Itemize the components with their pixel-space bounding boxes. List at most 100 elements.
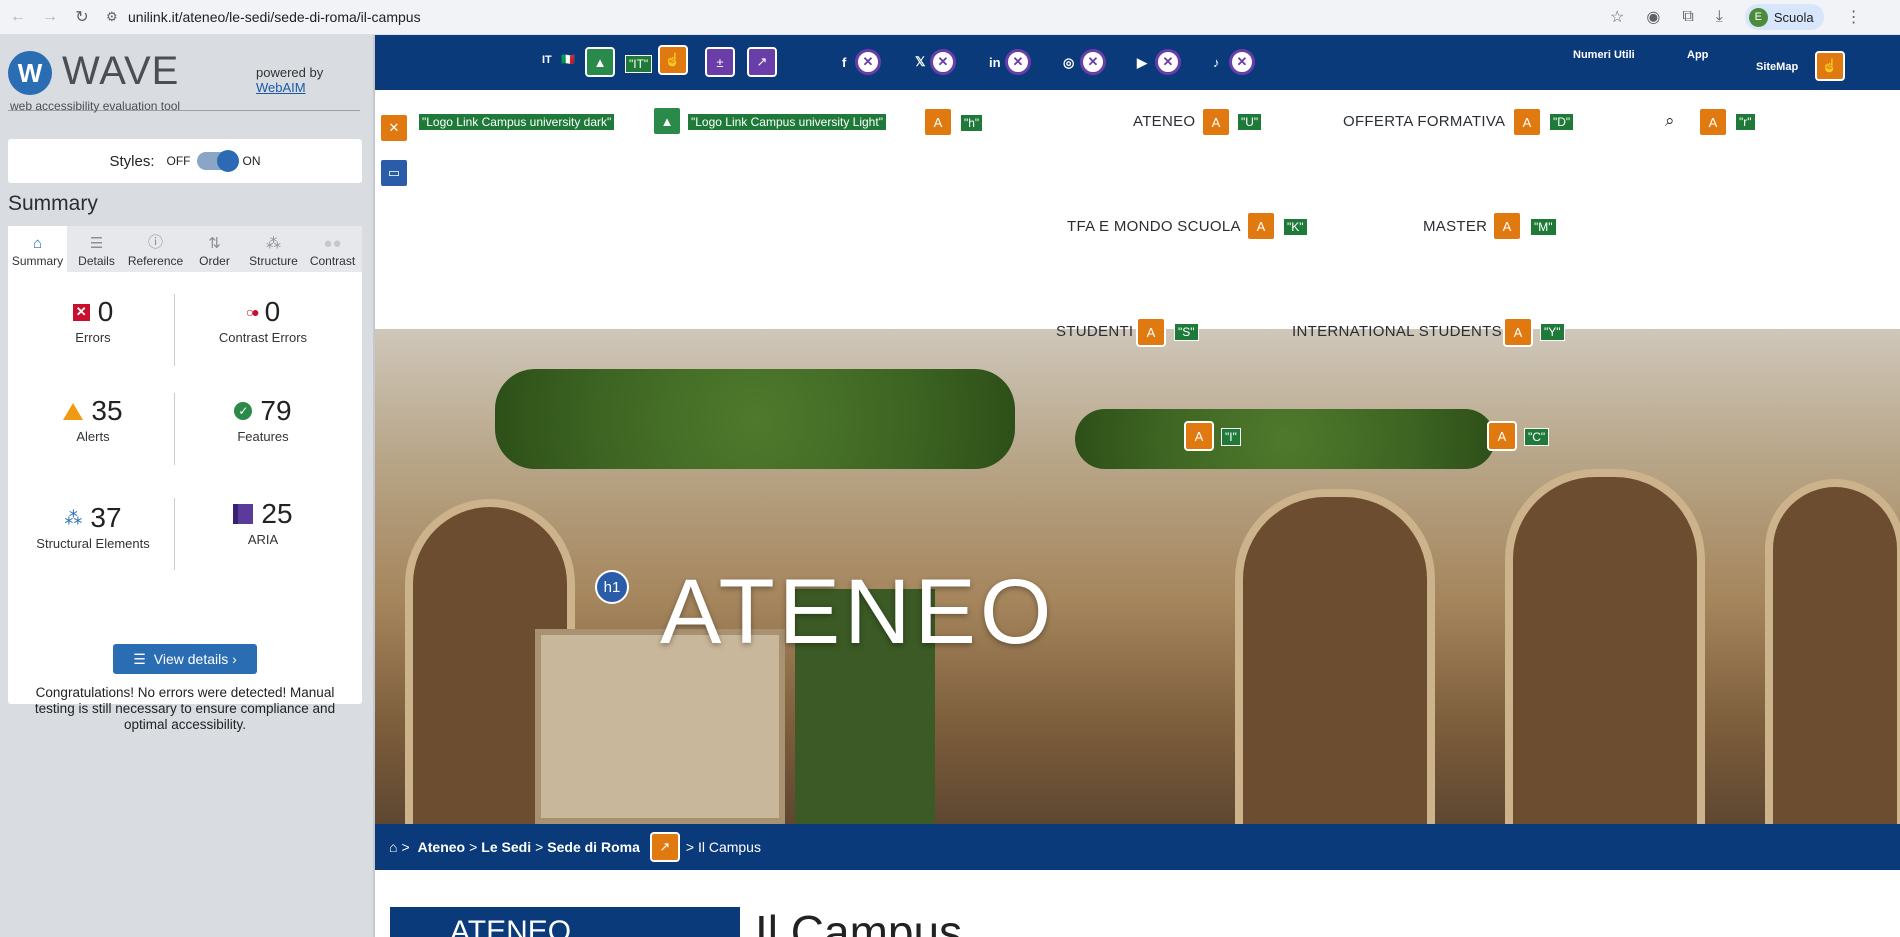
nav-international-students[interactable]: INTERNATIONAL STUDENTS [1292,323,1502,340]
home-icon[interactable]: ⌂ [389,839,397,855]
nav-studenti[interactable]: STUDENTI [1056,323,1133,340]
wave-subtitle: web accessibility evaluation tool [10,99,181,113]
structural-count: 37 [90,502,122,533]
wave-alert-icon: A [1184,421,1214,451]
tab-details[interactable]: ☰ Details [67,226,126,272]
wave-title: WAVE [62,49,180,93]
wave-h1-icon: h1 [595,570,629,604]
styles-off-label: OFF [166,154,191,168]
structural-label: Structural Elements [36,536,150,551]
nav-tfa-mondo-scuola[interactable]: TFA E MONDO SCUOLA [1067,218,1241,235]
bookmark-star-icon[interactable]: ☆ [1610,7,1624,27]
alert-icon [63,402,84,420]
search-icon[interactable]: ⌕ [1665,111,1675,131]
view-details-button[interactable]: ☰ View details › [113,644,257,674]
contrast-errors-stat[interactable]: ○● 0 Contrast Errors [178,296,348,345]
wave-label-tag: "Y" [1540,323,1565,341]
wave-label-tag: "D" [1549,113,1575,131]
site-info-icon[interactable]: ⚙ [106,9,128,25]
wave-extension-icon[interactable]: ◉ [1646,7,1660,27]
powered-by: powered by WebAIM [256,65,323,95]
wave-alert-icon: A [1136,317,1166,347]
contrast-errors-count: 0 [264,296,281,327]
profile-button[interactable]: E Scuola [1744,4,1824,30]
breadcrumb-separator: > [535,839,544,855]
contrast-error-icon: ○● [245,304,260,320]
wave-alert-icon: A [1201,107,1231,137]
wave-alert-icon: ↗ [649,832,680,862]
errors-stat[interactable]: ✕ 0 Errors [8,296,178,345]
x-twitter-icon[interactable]: 𝕏 [915,54,925,70]
wave-alert-icon: A [1503,317,1533,347]
contrast-errors-label: Contrast Errors [218,330,308,345]
wave-link-alert-icon: ✕ [855,49,881,75]
breadcrumb-sede-roma[interactable]: Sede di Roma [547,839,640,855]
forward-icon[interactable]: → [36,3,64,31]
errors-label: Errors [75,330,111,345]
list-icon: ☰ [133,650,146,667]
tab-order[interactable]: ⇅ Order [185,226,244,272]
wave-alert-icon: ☝ [1815,51,1845,81]
aria-count: 25 [261,498,293,529]
wave-aria-icon: ± [705,47,735,77]
menu-kebab-icon[interactable]: ⋮ [1846,7,1862,27]
numeri-utili-link[interactable]: Numeri Utili [1573,49,1635,61]
features-stat[interactable]: ✓ 79 Features [178,395,348,444]
address-bar[interactable]: ⚙ unilink.it/ateneo/le-sedi/sede-di-roma… [106,4,1596,30]
arch [1235,489,1435,829]
wave-alert-icon: A [1246,211,1276,241]
instagram-icon[interactable]: ◎ [1063,55,1074,71]
language-selector[interactable]: IT [542,54,552,66]
wave-label-tag: "U" [1237,113,1263,131]
app-link[interactable]: App [1687,49,1708,61]
wave-aria-popup-icon: ↗ [747,47,777,77]
download-icon[interactable]: ⤓ [1716,8,1723,26]
breadcrumb: ⌂ > Ateneo > Le Sedi > Sede di Roma ↗ > … [375,824,1900,870]
tab-summary[interactable]: ⌂ Summary [8,226,67,272]
contrast-icon: ●● [323,235,342,252]
features-label: Features [237,429,289,444]
nav-master[interactable]: MASTER [1423,218,1487,235]
reload-icon[interactable]: ↻ [68,3,96,31]
webaim-link[interactable]: WebAIM [256,80,306,95]
alerts-count: 35 [91,395,123,426]
back-icon[interactable]: ← [4,3,32,31]
extensions-icon[interactable]: ⧉ [1682,8,1693,26]
browser-toolbar: ← → ↻ ⚙ unilink.it/ateneo/le-sedi/sede-d… [0,0,1900,35]
linkedin-icon[interactable]: in [989,55,1001,70]
nav-offerta-formativa[interactable]: OFFERTA FORMATIVA [1343,113,1505,130]
breadcrumb-ateneo[interactable]: Ateneo [418,839,465,855]
wave-image-icon: ▲ [585,47,615,77]
nav-ateneo[interactable]: ATENEO [1133,113,1195,130]
tiktok-icon[interactable]: ♪ [1213,55,1220,70]
home-icon: ⌂ [32,235,43,252]
structural-stat[interactable]: ⁂ 37 Structural Elements [8,502,178,551]
styles-toggle[interactable] [196,150,239,172]
wave-region-icon: ▭ [379,158,409,188]
feature-check-icon: ✓ [234,402,253,420]
wave-label-tag: "IT" [625,55,653,73]
congrats-message: Congratulations! No errors were detected… [34,685,336,732]
styles-on-label: ON [242,154,261,168]
wave-label-tag: "C" [1524,428,1550,446]
wave-link-alert-icon: ✕ [1005,49,1031,75]
aria-label: ARIA [247,532,279,547]
breadcrumb-le-sedi[interactable]: Le Sedi [481,839,531,855]
aria-stat[interactable]: 25 ARIA [178,498,348,547]
view-details-label: View details › [153,651,237,667]
sitemap-link[interactable]: SiteMap [1756,61,1798,73]
divider [174,498,175,570]
facebook-icon[interactable]: f [842,55,846,70]
youtube-icon[interactable]: ▶ [1137,55,1147,71]
features-count: 79 [260,395,292,426]
wave-link-alert-icon: ✕ [1155,49,1181,75]
tab-contrast[interactable]: ●● Contrast [303,226,362,272]
alerts-stat[interactable]: 35 Alerts [8,395,178,444]
structure-icon: ⁂ [64,507,83,528]
wave-label-tag: "I" [1221,428,1241,446]
tab-reference[interactable]: ⓘ Reference [126,226,185,272]
tab-structure[interactable]: ⁂ Structure [244,226,303,272]
wave-link-alert-icon: ✕ [1080,49,1106,75]
info-icon: ⓘ [147,234,163,251]
breadcrumb-separator: > [469,839,478,855]
